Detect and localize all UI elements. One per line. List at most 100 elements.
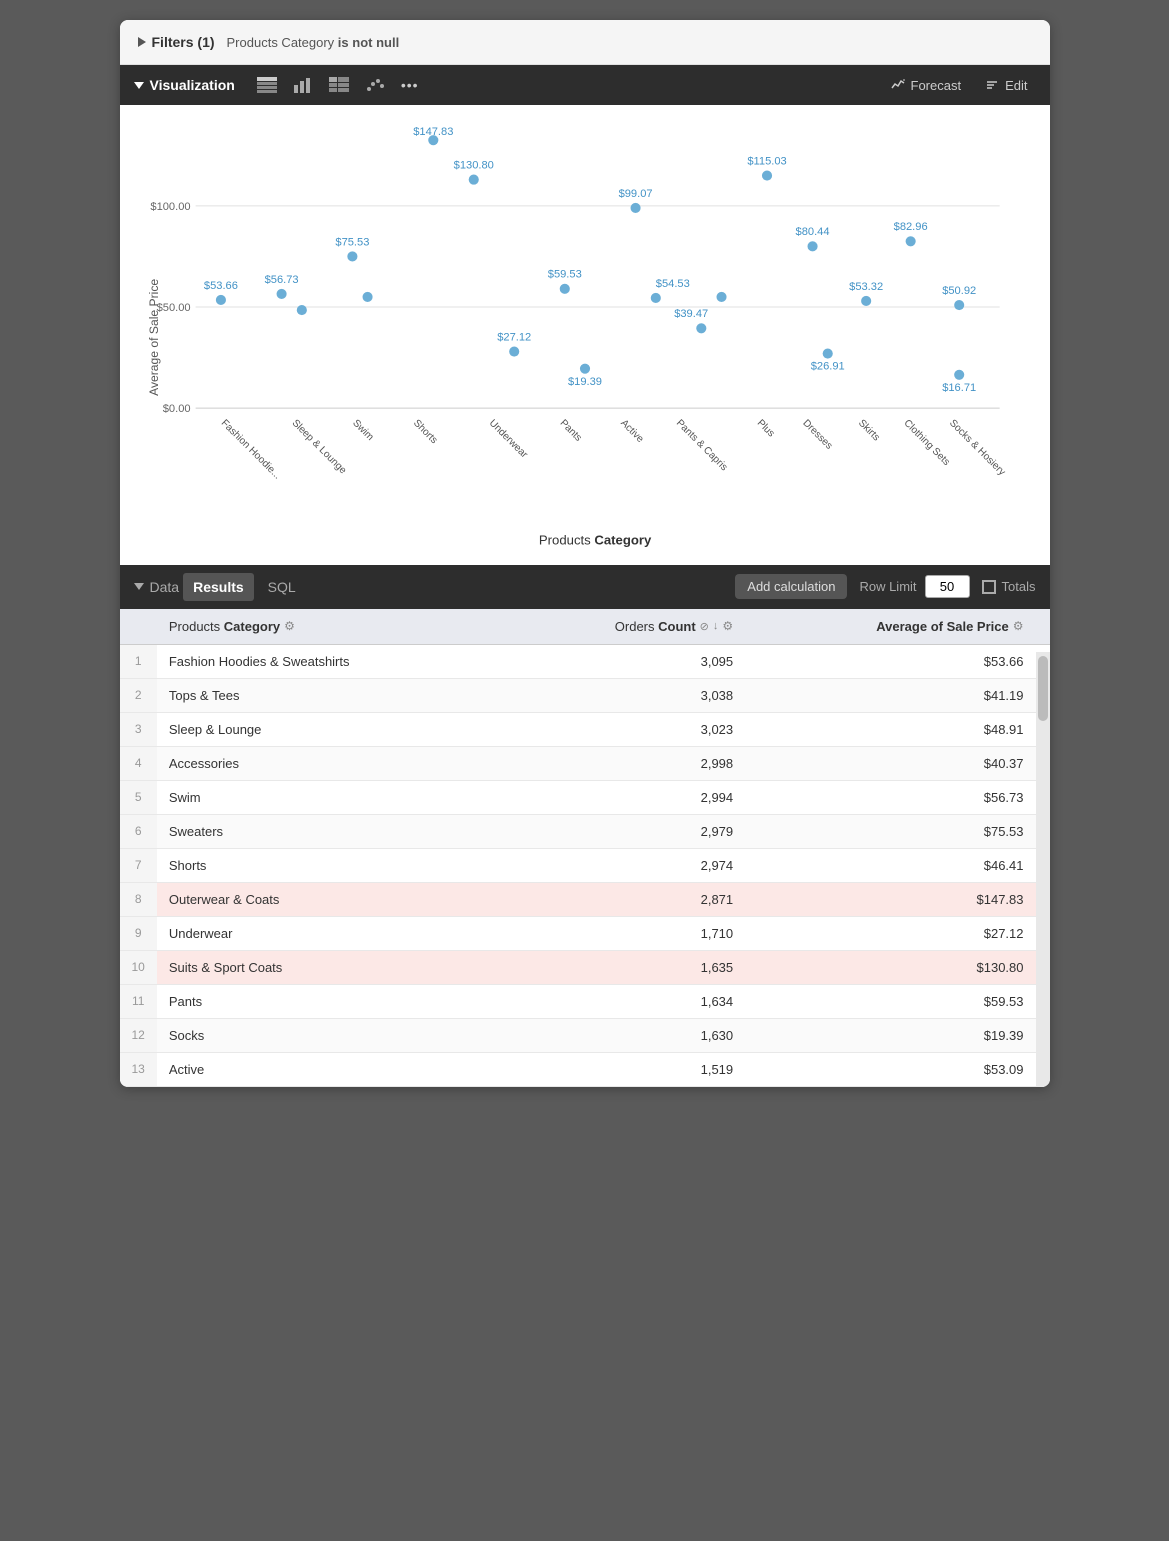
viz-label: Visualization bbox=[150, 77, 235, 93]
scrollbar[interactable] bbox=[1036, 652, 1050, 1087]
point-underwear-low bbox=[509, 346, 519, 356]
point-dresses-high bbox=[807, 241, 817, 251]
svg-text:Pants & Capris: Pants & Capris bbox=[673, 418, 728, 473]
label-plus: $115.03 bbox=[747, 155, 786, 167]
cell-orders: 1,710 bbox=[504, 916, 745, 950]
cell-row-num: 7 bbox=[120, 848, 157, 882]
pivot-icon bbox=[329, 77, 349, 93]
data-toggle[interactable]: Data bbox=[134, 579, 180, 595]
cell-orders: 2,871 bbox=[504, 882, 745, 916]
svg-text:Plus: Plus bbox=[754, 418, 776, 440]
cell-avg-price: $75.53 bbox=[745, 814, 1035, 848]
svg-text:Fashion Hoodie...: Fashion Hoodie... bbox=[218, 418, 282, 482]
label-active-high: $99.07 bbox=[618, 188, 652, 200]
cell-orders: 1,630 bbox=[504, 1018, 745, 1052]
cell-row-num: 3 bbox=[120, 712, 157, 746]
chart-area: Average of Sale Price $100.00 $50.00 $0.… bbox=[120, 105, 1050, 565]
bar-view-button[interactable] bbox=[287, 73, 319, 97]
svg-text:Shorts: Shorts bbox=[410, 418, 438, 446]
add-calculation-button[interactable]: Add calculation bbox=[735, 574, 847, 599]
totals-checkbox[interactable] bbox=[982, 580, 996, 594]
point-swim-low bbox=[362, 292, 372, 302]
forecast-button[interactable]: Forecast bbox=[883, 74, 970, 97]
x-axis-labels: Fashion Hoodie... Sleep & Lounge Swim Sh… bbox=[218, 418, 1007, 482]
scrollbar-thumb[interactable] bbox=[1038, 656, 1048, 721]
cell-avg-price: $40.37 bbox=[745, 746, 1035, 780]
cell-avg-price: $53.09 bbox=[745, 1052, 1035, 1086]
label-active-54: $54.53 bbox=[655, 278, 689, 290]
point-pantscapris-high bbox=[716, 292, 726, 302]
row-limit-input[interactable] bbox=[925, 575, 970, 598]
cell-category: Underwear bbox=[157, 916, 504, 950]
data-triangle-icon bbox=[134, 583, 144, 590]
point-active-low bbox=[650, 293, 660, 303]
cell-orders: 2,994 bbox=[504, 780, 745, 814]
y-tick-50: $50.00 bbox=[156, 302, 190, 314]
chart-svg-wrapper: Average of Sale Price $100.00 $50.00 $0.… bbox=[140, 125, 1030, 555]
svg-text:Dresses: Dresses bbox=[800, 418, 834, 452]
cell-category: Socks bbox=[157, 1018, 504, 1052]
label-swim: $75.53 bbox=[335, 236, 369, 248]
filters-toggle[interactable]: Filters (1) bbox=[138, 34, 215, 50]
cell-row-num: 11 bbox=[120, 984, 157, 1018]
cell-row-num: 1 bbox=[120, 644, 157, 678]
edit-icon bbox=[985, 78, 999, 92]
table-row: 9Underwear1,710$27.12 bbox=[120, 916, 1050, 950]
point-clothing-sets bbox=[905, 236, 915, 246]
cell-category: Accessories bbox=[157, 746, 504, 780]
category-settings-icon[interactable]: ⚙ bbox=[284, 619, 295, 633]
cell-avg-price: $147.83 bbox=[745, 882, 1035, 916]
label-socks-low: $16.71 bbox=[942, 382, 976, 394]
cell-category: Sleep & Lounge bbox=[157, 712, 504, 746]
label-shorts-high: $147.83 bbox=[413, 126, 453, 138]
label-shorts-130: $130.80 bbox=[453, 159, 493, 171]
label-fashion-hoodie: $53.66 bbox=[203, 280, 237, 292]
filters-label: Filters (1) bbox=[152, 34, 215, 50]
cell-avg-price: $41.19 bbox=[745, 678, 1035, 712]
table-row: 1Fashion Hoodies & Sweatshirts3,095$53.6… bbox=[120, 644, 1050, 678]
sql-tab[interactable]: SQL bbox=[258, 573, 306, 601]
cell-category: Suits & Sport Coats bbox=[157, 950, 504, 984]
cell-orders: 1,634 bbox=[504, 984, 745, 1018]
label-pants-high: $59.53 bbox=[547, 269, 581, 281]
table-view-button[interactable] bbox=[251, 73, 283, 97]
totals-label[interactable]: Totals bbox=[982, 579, 1036, 594]
cell-row-num: 6 bbox=[120, 814, 157, 848]
label-socks-high: $50.92 bbox=[942, 285, 976, 297]
y-tick-0: $0.00 bbox=[162, 403, 190, 415]
orders-settings-icon[interactable]: ⚙ bbox=[722, 619, 733, 633]
cell-avg-price: $130.80 bbox=[745, 950, 1035, 984]
more-icon: ••• bbox=[401, 77, 419, 93]
main-container: Filters (1) Products Category is not nul… bbox=[120, 20, 1050, 1087]
point-socks-high bbox=[954, 300, 964, 310]
point-sleep-lounge-low bbox=[296, 305, 306, 315]
results-tab[interactable]: Results bbox=[183, 573, 254, 601]
col-header-avg-price: Average of Sale Price ⚙ bbox=[745, 609, 1035, 645]
edit-button[interactable]: Edit bbox=[977, 74, 1035, 97]
cell-category: Tops & Tees bbox=[157, 678, 504, 712]
point-pantscapris-low bbox=[696, 323, 706, 333]
cell-avg-price: $19.39 bbox=[745, 1018, 1035, 1052]
label-pants-low: $19.39 bbox=[568, 376, 602, 388]
cell-avg-price: $59.53 bbox=[745, 984, 1035, 1018]
col-header-category: Products Category ⚙ bbox=[157, 609, 504, 645]
avg-price-settings-icon[interactable]: ⚙ bbox=[1013, 619, 1024, 633]
scatter-view-button[interactable] bbox=[359, 73, 391, 97]
table-icon bbox=[257, 77, 277, 93]
cell-row-num: 4 bbox=[120, 746, 157, 780]
sort-desc-icon[interactable]: ↓ bbox=[713, 620, 719, 632]
viz-toggle[interactable]: Visualization bbox=[134, 77, 235, 93]
data-label: Data bbox=[150, 579, 180, 595]
viz-toolbar: Visualization bbox=[120, 65, 1050, 105]
table-row: 4Accessories2,998$40.37 bbox=[120, 746, 1050, 780]
filters-triangle-icon bbox=[138, 37, 146, 47]
table-row: 13Active1,519$53.09 bbox=[120, 1052, 1050, 1086]
filter-icon[interactable]: ⊘ bbox=[700, 620, 709, 633]
cell-row-num: 13 bbox=[120, 1052, 157, 1086]
pivot-view-button[interactable] bbox=[323, 73, 355, 97]
label-sleep-lounge: $56.73 bbox=[264, 274, 298, 286]
point-sleep-lounge-high bbox=[276, 289, 286, 299]
table-row: 10Suits & Sport Coats1,635$130.80 bbox=[120, 950, 1050, 984]
more-views-button[interactable]: ••• bbox=[395, 73, 425, 97]
svg-text:Underwear: Underwear bbox=[486, 418, 529, 461]
